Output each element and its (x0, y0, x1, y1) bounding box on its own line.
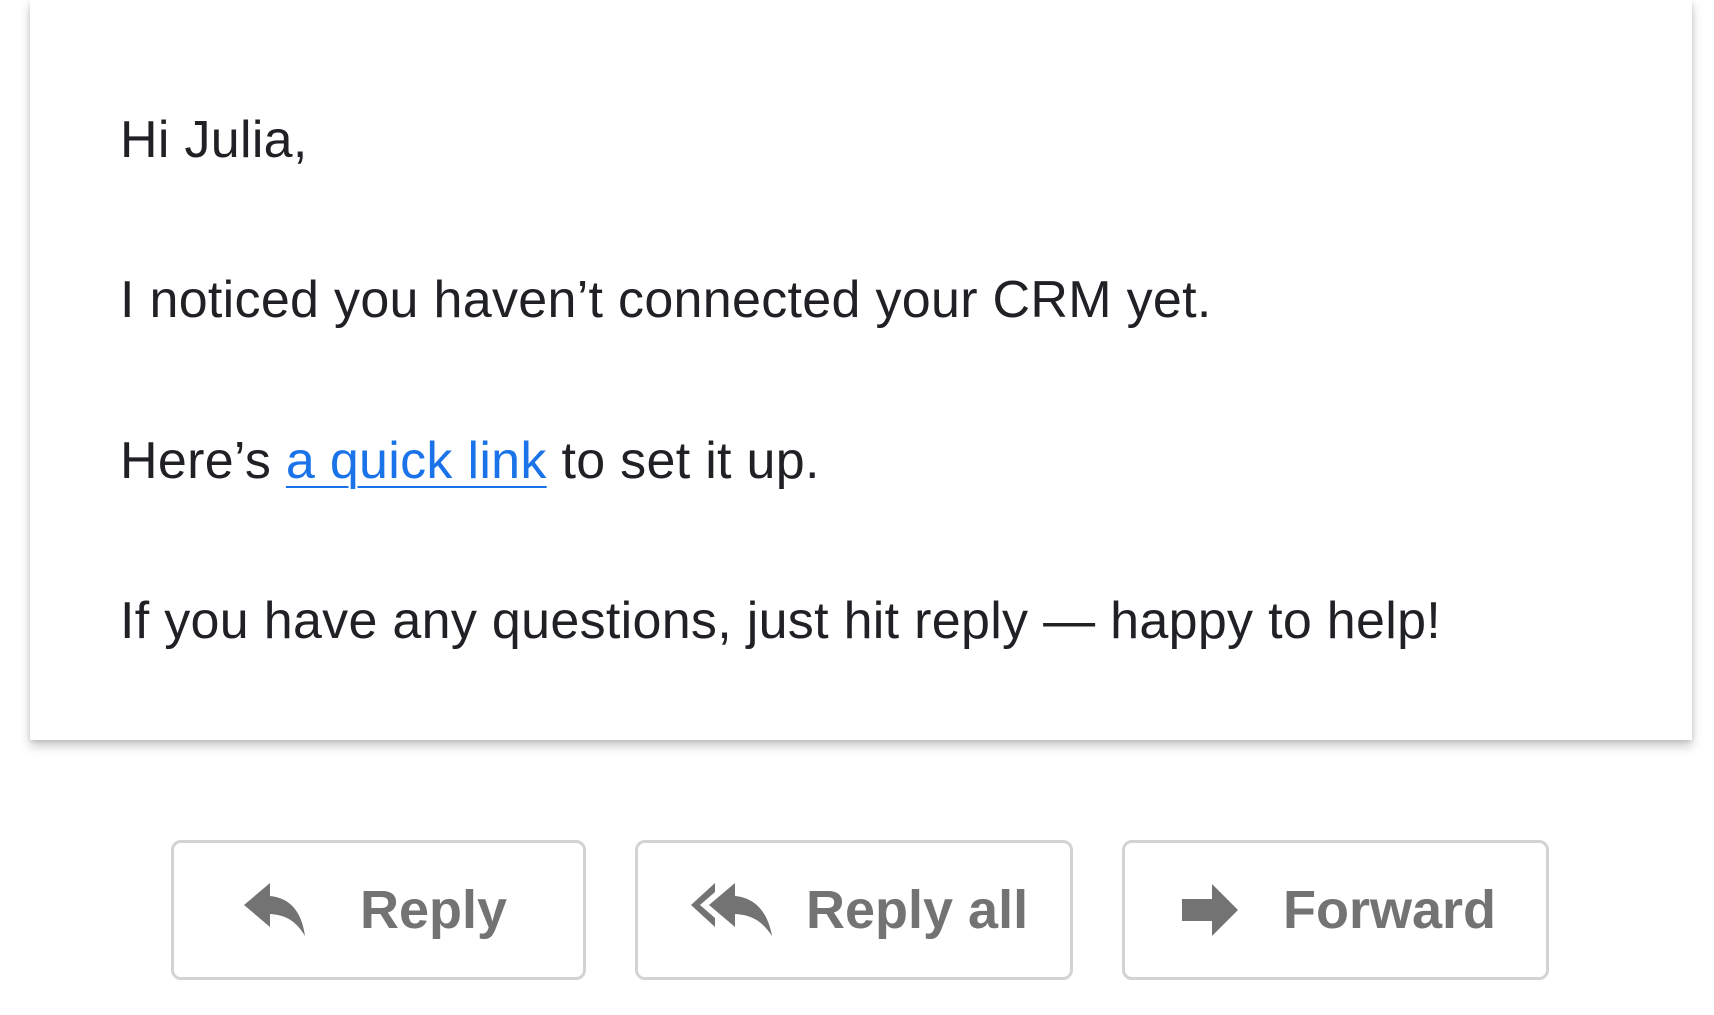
reply-button-label: Reply (360, 880, 508, 940)
email-greeting: Hi Julia, (120, 111, 308, 169)
reply-button[interactable]: Reply (171, 840, 586, 980)
reply-all-arrow-icon (691, 883, 772, 936)
reply-all-button[interactable]: Reply all (635, 840, 1073, 980)
reply-all-button-label: Reply all (806, 880, 1029, 940)
quick-link[interactable]: a quick link (286, 432, 547, 490)
email-line-link: Here’s a quick link to set it up. (120, 431, 820, 491)
email-line-crm: I noticed you haven’t connected your CRM… (120, 271, 1212, 329)
email-body-card: Hi Julia, I noticed you haven’t connecte… (30, 0, 1692, 740)
forward-button-label: Forward (1283, 880, 1497, 940)
email-line-link-prefix: Here’s (120, 432, 286, 490)
reply-arrow-icon (244, 883, 305, 936)
forward-arrow-icon (1182, 884, 1238, 936)
email-line-link-suffix: to set it up. (546, 432, 820, 490)
email-actions-bar: Reply Reply all Forward (0, 840, 1714, 985)
forward-button[interactable]: Forward (1122, 840, 1549, 980)
email-line-questions: If you have any questions, just hit repl… (120, 592, 1442, 650)
